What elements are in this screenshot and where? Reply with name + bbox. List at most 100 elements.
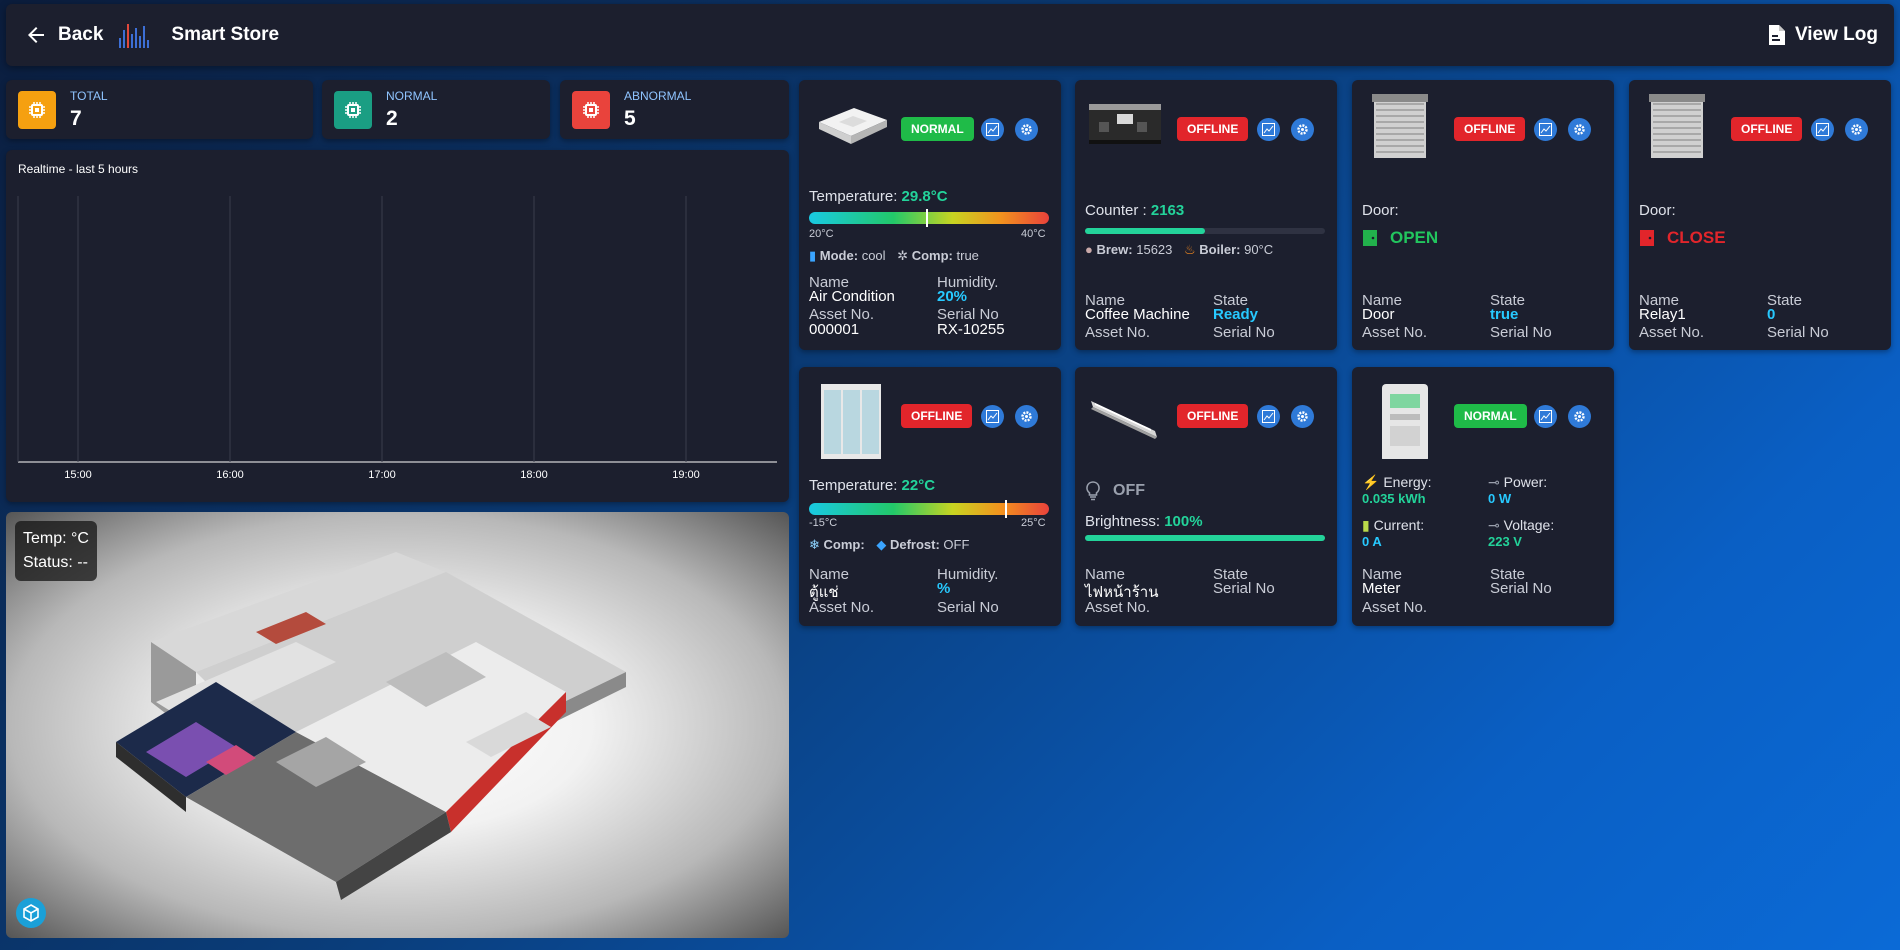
asset-label: Asset No.	[1639, 324, 1705, 341]
stat-label: TOTAL	[70, 88, 108, 103]
brightness-bar	[1085, 535, 1325, 541]
settings-button[interactable]	[1568, 405, 1591, 428]
settings-button[interactable]	[1015, 405, 1038, 428]
brew-value: 15623	[1136, 242, 1173, 257]
store-3d-view[interactable]: Temp: °C Status: --	[6, 512, 789, 938]
door-state: OPEN	[1390, 228, 1439, 247]
brew-label: Brew:	[1096, 242, 1133, 257]
view-log-button[interactable]: View Log	[1767, 24, 1878, 46]
x-tick-label: 15:00	[64, 469, 92, 481]
chart-icon	[1816, 123, 1829, 136]
temperature-value: 22°C	[901, 477, 936, 494]
stat-abnormal: ABNORMAL 5	[560, 80, 789, 139]
voltage-label: Voltage:	[1503, 517, 1555, 533]
serial-label: Serial No	[1213, 324, 1275, 341]
chart-icon	[1262, 123, 1275, 136]
gear-icon	[1574, 411, 1585, 422]
chart-button[interactable]	[981, 405, 1004, 428]
humidity-value: 20%	[937, 288, 968, 305]
status-badge: OFFLINE	[1454, 117, 1526, 141]
chart-button[interactable]	[1257, 405, 1280, 428]
cube-view-button[interactable]	[16, 898, 46, 928]
chip-icon	[18, 90, 56, 129]
chart-button[interactable]	[1534, 405, 1557, 428]
chart-button[interactable]	[1534, 118, 1557, 141]
brew-icon: ●	[1085, 242, 1093, 257]
humidity-value: %	[937, 580, 951, 597]
compressor-icon: ✲	[897, 248, 909, 263]
light-fixture-image	[1091, 401, 1157, 439]
gauge-marker	[925, 209, 928, 227]
state-value: 0	[1767, 306, 1776, 323]
serial-label: Serial No	[1767, 324, 1829, 341]
x-tick-label: 16:00	[216, 469, 244, 481]
serial-label: Serial No	[937, 599, 999, 616]
chart-button[interactable]	[1811, 118, 1834, 141]
stat-value: 2	[386, 106, 398, 130]
defrost-value: OFF	[943, 537, 970, 552]
gauge-max: 25°C	[1021, 517, 1046, 529]
device-card-light[interactable]: OFFLINE OFF Brightness: 100% Name ไฟหน้า…	[1075, 367, 1337, 626]
status-badge: NORMAL	[1454, 404, 1527, 428]
map-temp: Temp: °C	[23, 530, 89, 547]
store-floorplan-illustration	[116, 552, 626, 900]
gear-icon	[1297, 411, 1308, 422]
map-status: Status: --	[23, 554, 88, 571]
device-card-door[interactable]: OFFLINE Door: OPEN Name Door State true …	[1352, 80, 1614, 350]
device-card-fridge[interactable]: OFFLINE Temperature: 22°C -15°C 25°C ❄ C…	[799, 367, 1061, 626]
device-name: Air Condition	[809, 288, 895, 305]
brightness-value: 100%	[1164, 513, 1203, 530]
state-value: true	[1490, 306, 1519, 323]
current-value: 0 A	[1362, 534, 1382, 549]
arrow-left-icon	[28, 27, 44, 43]
device-card-meter[interactable]: NORMAL ⚡ Energy: 0.035 kWh ⊸ Power: 0 W …	[1352, 367, 1614, 626]
device-card-aircon[interactable]: NORMAL Temperature: 29.8°C 20°C 40°C ▮ M…	[799, 80, 1061, 350]
status-badge: OFFLINE	[1731, 117, 1803, 141]
chart-button[interactable]	[981, 118, 1004, 141]
counter-label: Counter :	[1085, 202, 1147, 219]
settings-button[interactable]	[1845, 118, 1868, 141]
x-tick-label: 18:00	[520, 469, 548, 481]
document-icon	[1768, 25, 1785, 45]
back-button[interactable]: Back	[24, 23, 103, 47]
temperature-label: Temperature:	[809, 477, 898, 494]
lightning-icon: ⚡	[1362, 474, 1380, 490]
temperature-label: Temperature:	[809, 188, 898, 205]
roller-shutter-image	[1649, 94, 1705, 158]
device-name: Meter	[1362, 580, 1401, 597]
asset-label: Asset No.	[809, 599, 875, 616]
top-bar: Back Smart Store View Log	[6, 4, 1894, 66]
door-state: CLOSE	[1667, 228, 1726, 247]
asset-label: Asset No.	[1085, 599, 1151, 616]
mode-value: cool	[861, 248, 886, 263]
view-log-label: View Log	[1794, 24, 1878, 45]
stat-total: TOTAL 7	[6, 80, 313, 139]
settings-button[interactable]	[1291, 405, 1314, 428]
x-tick-label: 19:00	[672, 469, 700, 481]
brand-logo	[119, 22, 150, 48]
device-card-coffee[interactable]: OFFLINE Counter : 2163 ● Brew: 15623 ♨ B…	[1075, 80, 1337, 350]
gauge-marker	[1004, 500, 1007, 518]
settings-button[interactable]	[1568, 118, 1591, 141]
temperature-value: 29.8°C	[901, 188, 948, 205]
air-conditioner-image	[819, 108, 887, 144]
settings-button[interactable]	[1291, 118, 1314, 141]
plug-icon: ⊸	[1488, 474, 1500, 490]
coffee-machine-image	[1089, 104, 1161, 144]
device-card-relay1[interactable]: OFFLINE Door: CLOSE Name Relay1 State 0 …	[1629, 80, 1891, 350]
settings-button[interactable]	[1015, 118, 1038, 141]
plug-icon: ⊸	[1488, 517, 1500, 533]
comp-label: Comp:	[823, 537, 865, 552]
counter-value: 2163	[1150, 202, 1185, 219]
comp-value: true	[956, 248, 979, 263]
stat-value: 5	[624, 106, 636, 130]
snowflake-icon: ❄	[809, 537, 820, 552]
fan-icon: ▮	[809, 248, 817, 263]
chart-button[interactable]	[1257, 118, 1280, 141]
serial-label: Serial No	[1213, 580, 1275, 597]
serial-label: Serial No	[1490, 580, 1552, 597]
power-state: OFF	[1113, 482, 1145, 499]
defrost-label: Defrost:	[889, 537, 940, 552]
stat-label: NORMAL	[386, 88, 438, 103]
page-title: Smart Store	[171, 24, 280, 45]
